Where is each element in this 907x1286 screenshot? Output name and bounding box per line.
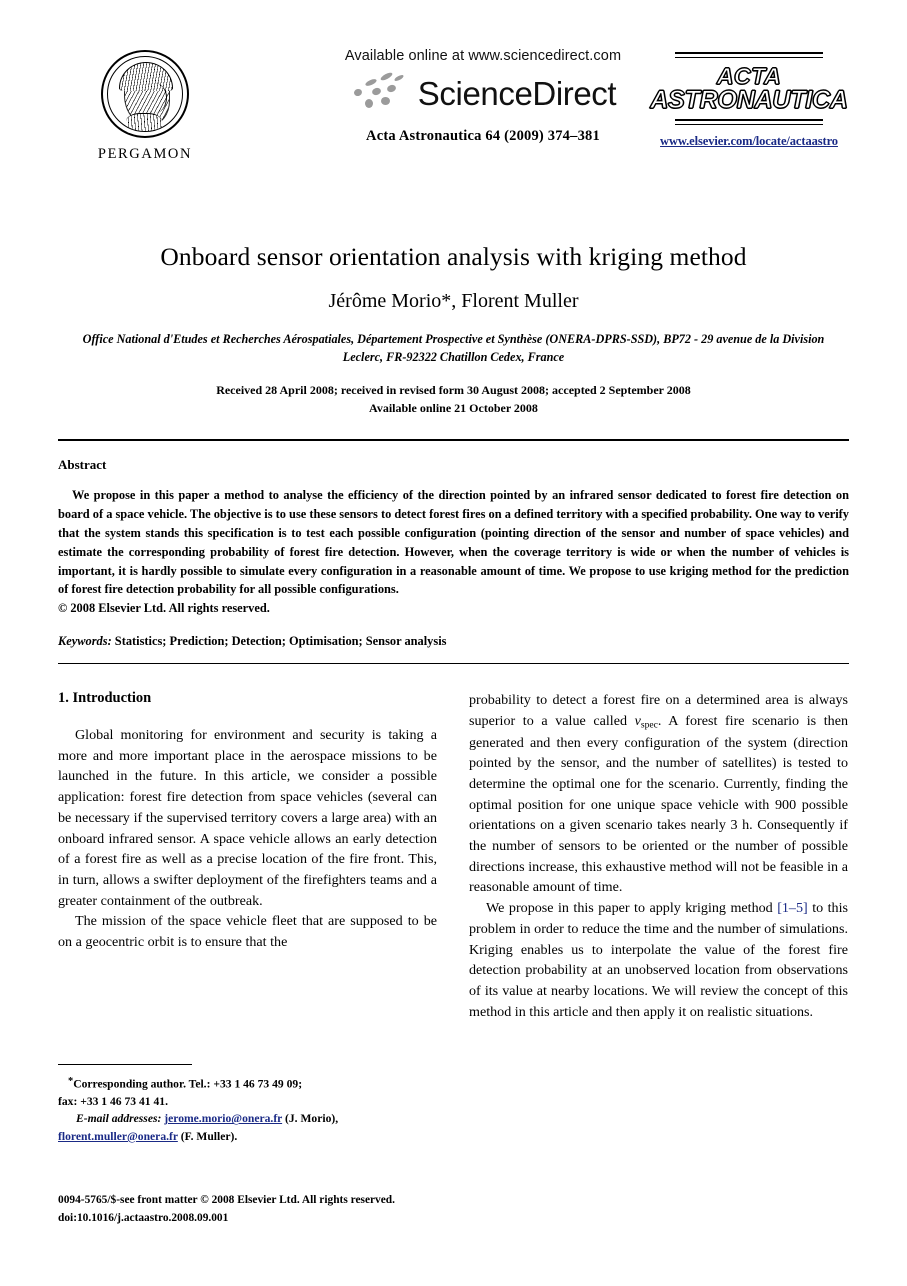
intro-paragraph-1: Global monitoring for environment and se… [58, 727, 437, 909]
footnote-rule [58, 1064, 192, 1065]
journal-logo-block: ACTA ASTRONAUTICA www.elsevier.com/locat… [649, 52, 849, 149]
fax-text: fax: +33 1 46 73 41 41. [58, 1095, 168, 1109]
abstract-top-rule [58, 439, 849, 442]
footnote-area: *Corresponding author. Tel.: +33 1 46 73… [58, 1064, 437, 1145]
email-owner-muller: (F. Muller). [177, 1129, 238, 1143]
email-addresses-label: E-mail addresses: [76, 1112, 162, 1126]
abstract-copyright: © 2008 Elsevier Ltd. All rights reserved… [58, 601, 270, 616]
intro-paragraph-2-start: The mission of the space vehicle fleet t… [58, 913, 437, 951]
issn-front-matter-line: 0094-5765/$-see front matter © 2008 Else… [58, 1194, 395, 1206]
keywords-value: Statistics; Prediction; Detection; Optim… [111, 634, 447, 649]
left-column: 1. Introduction Global monitoring for en… [58, 690, 437, 1022]
paper-title: Onboard sensor orientation analysis with… [160, 242, 747, 271]
journal-url-link[interactable]: www.elsevier.com/locate/actaastro [649, 134, 849, 149]
journal-logo-line2: ASTRONAUTICA [650, 86, 849, 114]
abstract-text: We propose in this paper a method to ana… [58, 488, 849, 597]
para3-text-b: to this problem in order to reduce the t… [469, 900, 848, 1020]
available-online-text: Available online at www.sciencedirect.co… [344, 48, 622, 64]
title-block: Onboard sensor orientation analysis with… [58, 242, 849, 417]
citation-link-1-5[interactable]: [1–5] [777, 900, 808, 916]
body-columns: 1. Introduction Global monitoring for en… [58, 690, 849, 1022]
doi-line: doi:10.1016/j.actaastro.2008.09.001 [58, 1211, 229, 1224]
article-dates: Received 28 April 2008; received in revi… [58, 382, 849, 417]
email-link-muller[interactable]: florent.muller@onera.fr [58, 1130, 178, 1143]
sciencedirect-logo: ScienceDirect [268, 71, 698, 114]
para3-text-a: We propose in this paper to apply krigin… [486, 900, 778, 917]
masthead: PERGAMON Available online at www.science… [58, 48, 849, 198]
sciencedirect-block: Available online at www.sciencedirect.co… [268, 48, 698, 145]
received-line: Received 28 April 2008; received in revi… [216, 383, 691, 398]
sciencedirect-swoosh-icon [350, 71, 412, 114]
journal-logo-rule-top [675, 52, 823, 58]
pergamon-wordmark: PERGAMON [97, 146, 193, 162]
email-link-morio[interactable]: jerome.morio@onera.fr [164, 1112, 282, 1125]
article-page: PERGAMON Available online at www.science… [0, 48, 907, 1286]
journal-citation: Acta Astronautica 64 (2009) 374–381 [366, 128, 600, 144]
variable-v-subscript: spec [640, 719, 658, 731]
author-list: Jérôme Morio*, Florent Muller [328, 290, 579, 312]
pergamon-seal-icon [101, 50, 189, 138]
intro-paragraph-3: We propose in this paper to apply krigin… [469, 898, 848, 1022]
affiliation: Office National d'Etudes et Recherches A… [82, 332, 825, 364]
journal-logo-text: ACTA ASTRONAUTICA [649, 63, 849, 114]
section-heading-introduction: 1. Introduction [58, 690, 152, 707]
abstract-heading: Abstract [58, 457, 107, 473]
journal-logo-line1: ACTA [716, 63, 782, 89]
corresponding-author-text: Corresponding author. Tel.: +33 1 46 73 … [73, 1077, 303, 1091]
available-online-line: Available online 21 October 2008 [369, 400, 538, 415]
pergamon-logo: PERGAMON [70, 50, 220, 163]
seal-inner-ring [107, 56, 183, 132]
abstract-bottom-rule [58, 663, 849, 665]
neck-icon [126, 113, 162, 131]
intro-paragraph-2-continued: probability to detect a forest fire on a… [469, 690, 848, 898]
para2-text-b: . A forest fire scenario is then generat… [469, 712, 848, 896]
journal-logo-rule-bottom [675, 119, 823, 125]
keywords-line: Keywords: Statistics; Prediction; Detect… [58, 634, 849, 649]
sciencedirect-wordmark: ScienceDirect [417, 74, 617, 112]
footnote-text: *Corresponding author. Tel.: +33 1 46 73… [58, 1074, 437, 1145]
colophon: 0094-5765/$-see front matter © 2008 Else… [58, 1192, 488, 1227]
right-column: probability to detect a forest fire on a… [469, 690, 848, 1022]
keywords-label: Keywords: [58, 634, 112, 649]
email-owner-morio: (J. Morio), [282, 1112, 339, 1126]
